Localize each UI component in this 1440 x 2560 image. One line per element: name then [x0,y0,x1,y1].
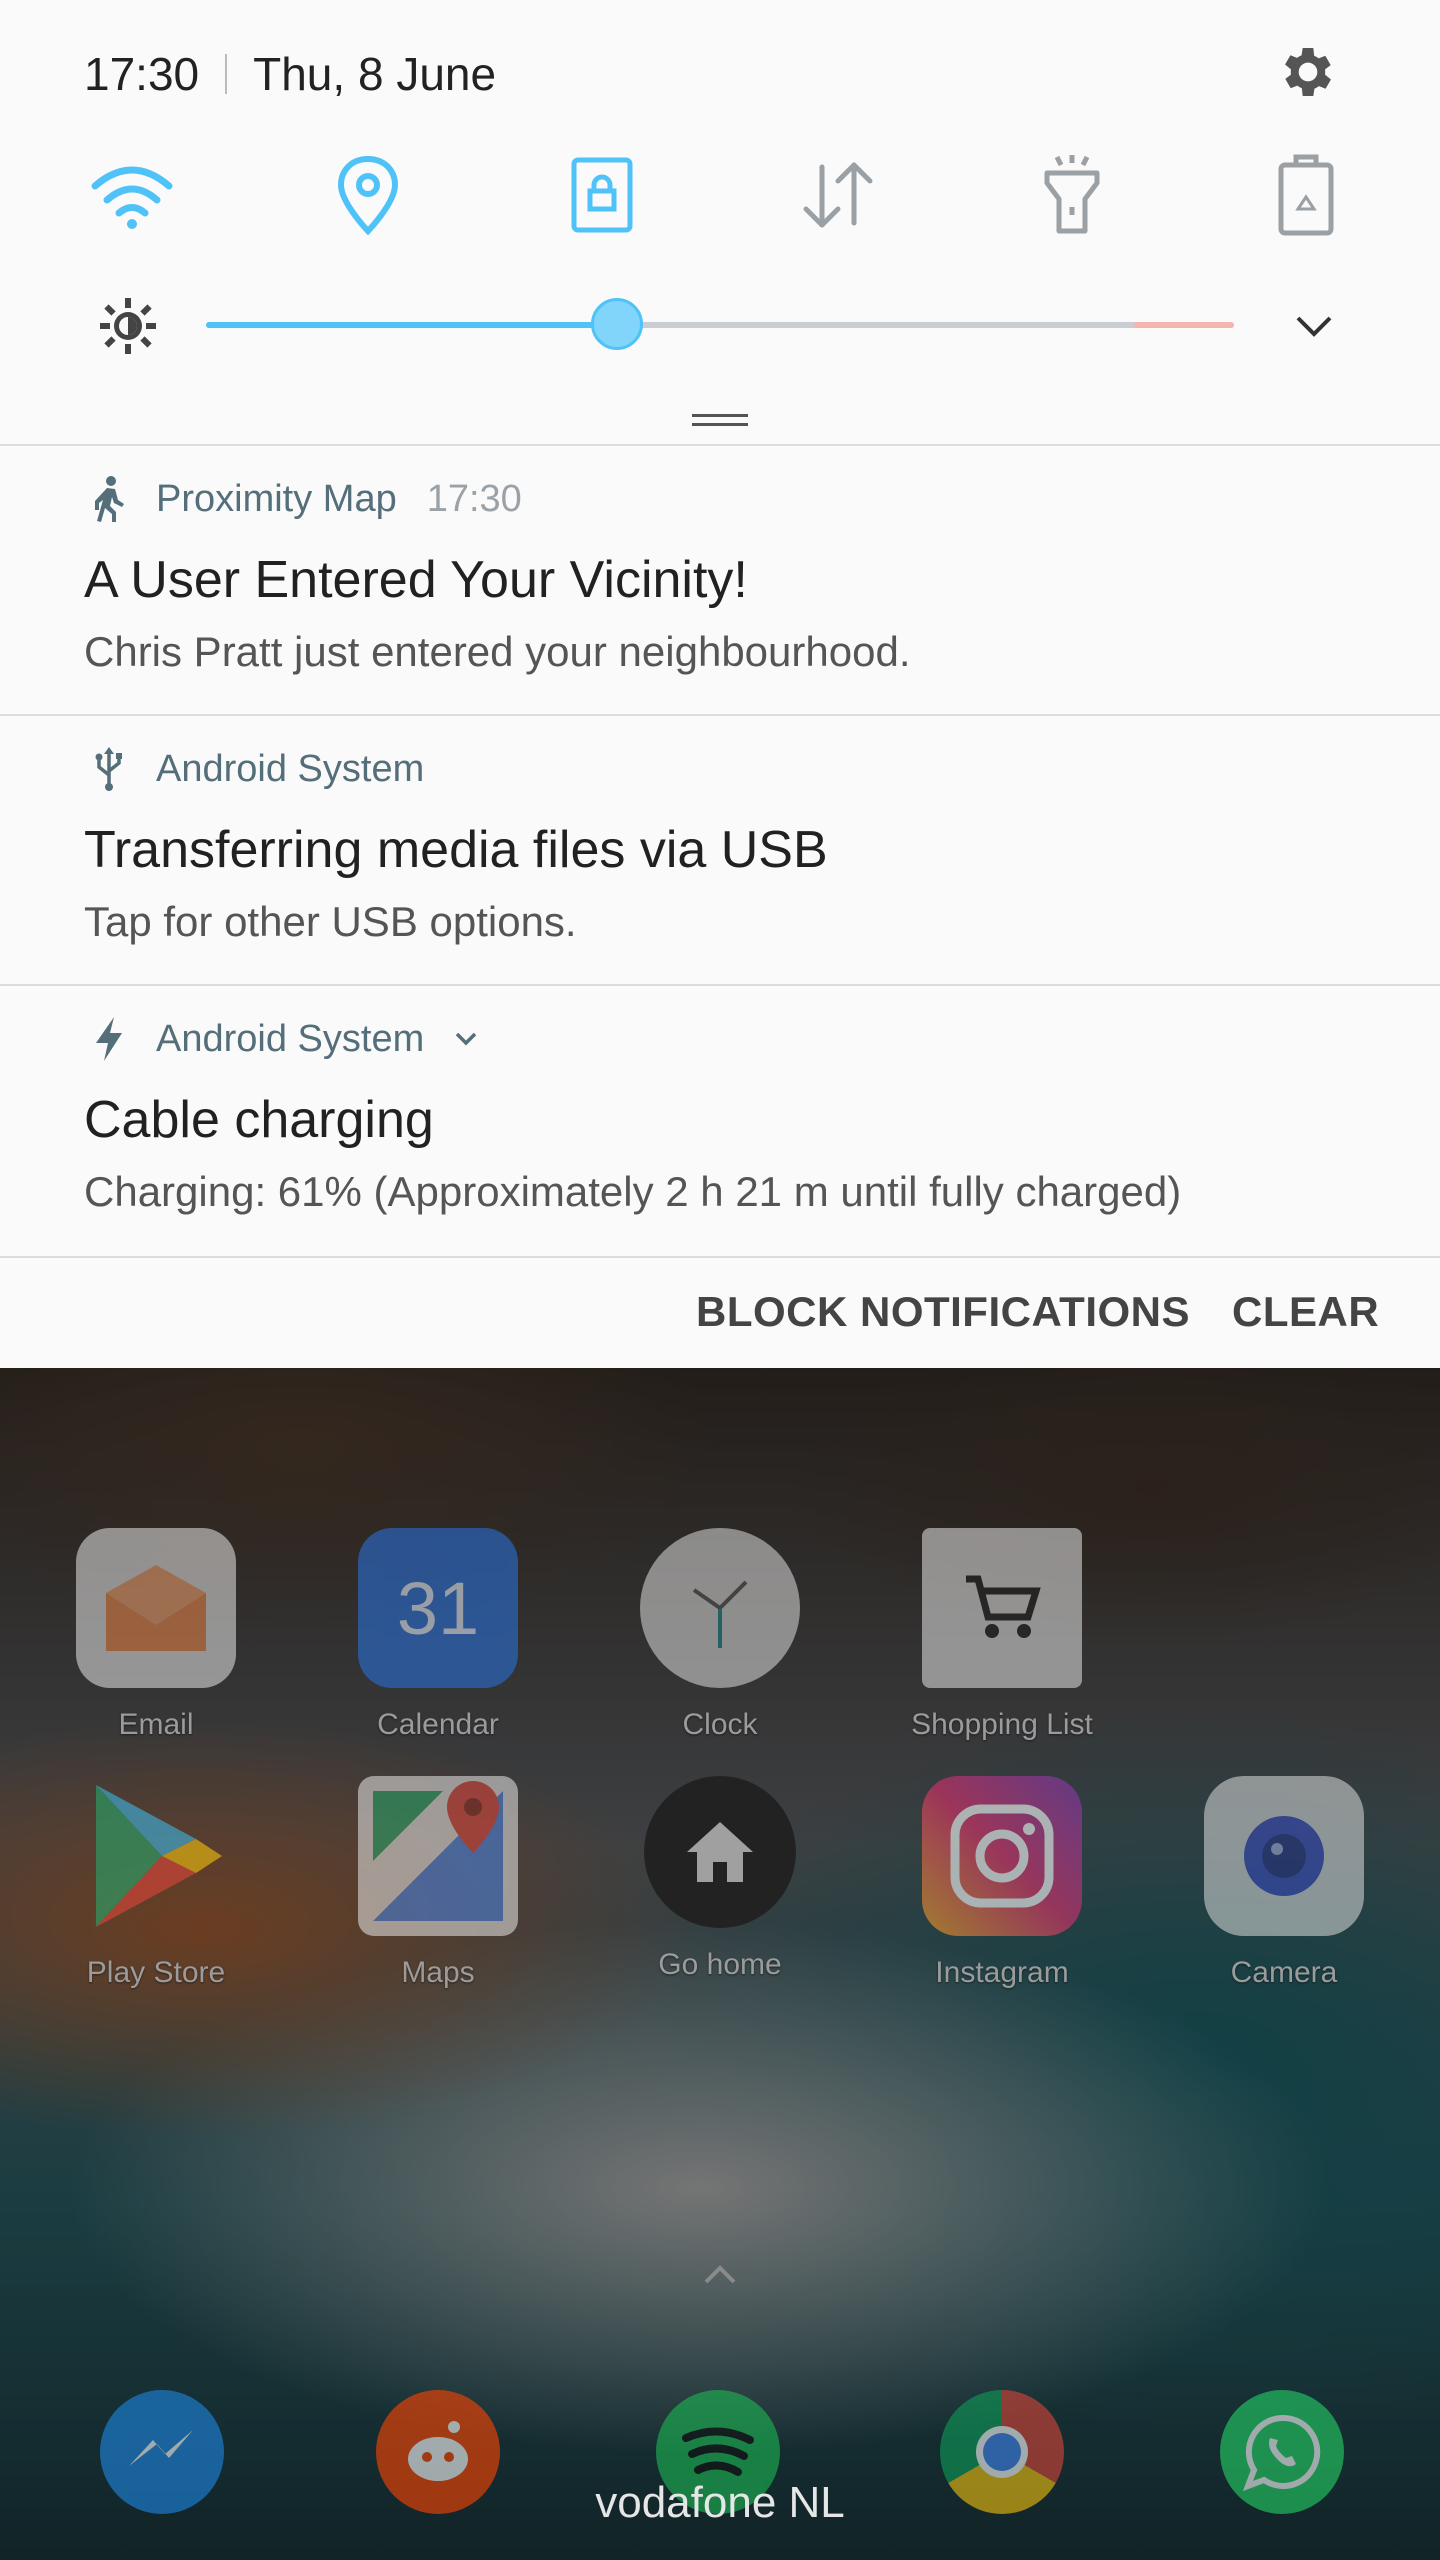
app-email[interactable]: Email [46,1528,266,1742]
notification-app-name: Proximity Map [156,477,397,520]
notification-title: Transferring media files via USB [84,821,828,879]
flashlight-icon [1044,155,1100,234]
walking-person-icon [84,474,134,524]
status-time: 17:30 [84,48,200,100]
brightness-slider-thumb[interactable] [591,298,644,350]
app-label: Email [118,1708,194,1741]
calendar-day-number: 31 [396,1566,480,1650]
app-label: Calendar [377,1708,499,1741]
notification-panel: 17:30 Thu, 8 June Proximity Map 17:30 A … [0,0,1440,1368]
brightness-row [0,284,1440,366]
app-label: Clock [682,1708,758,1741]
notification-title: A User Entered Your Vicinity! [84,551,748,609]
power-saving-toggle[interactable] [1258,150,1354,240]
app-shopping-list[interactable]: Shopping List [892,1528,1112,1742]
notification-time: 17:30 [426,477,522,520]
expand-chevron-icon[interactable] [1284,296,1344,356]
notification-title: Cable charging [84,1091,434,1149]
brightness-high-zone [1134,322,1234,328]
shopping-cart-icon [922,1528,1082,1688]
mobile-data-toggle[interactable] [790,150,886,240]
notification-card[interactable]: Android System Transferring media files … [0,714,1440,984]
brightness-slider-fill [206,322,618,328]
app-label: Shopping List [911,1708,1093,1741]
status-date: Thu, 8 June [253,48,497,100]
app-calendar[interactable]: 31 Calendar [328,1528,548,1742]
location-toggle[interactable] [320,150,416,240]
panel-drag-handle[interactable] [692,414,748,426]
maps-icon [358,1776,518,1936]
brightness-sun-icon [96,294,160,358]
app-clock[interactable]: Clock [610,1528,830,1742]
usb-icon [84,744,134,794]
app-camera[interactable]: Camera [1174,1776,1394,1990]
notification-app-name: Android System [156,1017,425,1060]
app-label: Instagram [935,1956,1069,1989]
location-pin-icon [337,155,399,236]
carrier-label: vodafone NL [595,2478,845,2527]
wifi-toggle[interactable] [84,150,180,240]
notification-text: Charging: 61% (Approximately 2 h 21 m un… [84,1168,1182,1215]
app-maps[interactable]: Maps [328,1776,548,1990]
data-arrows-icon [803,162,873,228]
block-notifications-button[interactable]: BLOCK NOTIFICATIONS [696,1288,1190,1336]
clock-icon [640,1528,800,1688]
app-instagram[interactable]: Instagram [892,1776,1112,1990]
rotation-lock-icon [571,157,633,233]
camera-icon [1204,1776,1364,1936]
app-label: Maps [401,1956,475,1989]
flashlight-toggle[interactable] [1024,150,1120,240]
clear-button[interactable]: CLEAR [1232,1288,1379,1336]
rotation-lock-toggle[interactable] [554,150,650,240]
notification-card[interactable]: Android System Cable charging Charging: … [0,984,1440,1254]
brightness-slider[interactable] [206,298,1234,350]
email-icon [76,1528,236,1688]
app-drawer-arrow-icon[interactable] [700,2262,740,2286]
app-go-home[interactable]: Go home [610,1776,830,1982]
app-play-store[interactable]: Play Store [46,1776,266,1990]
settings-gear-icon[interactable] [1276,40,1340,104]
notification-app-name: Android System [156,747,425,790]
wifi-icon [91,166,173,229]
calendar-icon: 31 [358,1528,518,1688]
status-bar: 17:30 Thu, 8 June [84,38,496,110]
notification-text: Chris Pratt just entered your neighbourh… [84,628,911,675]
play-store-icon [76,1776,236,1936]
app-label: Play Store [86,1956,226,1989]
notification-card[interactable]: Proximity Map 17:30 A User Entered Your … [0,444,1440,714]
app-label: Camera [1230,1956,1338,1989]
status-divider [225,54,228,94]
quick-settings-row [0,150,1440,240]
lightning-icon [84,1014,134,1064]
expand-notification-chevron-icon[interactable] [452,1025,480,1053]
notification-text: Tap for other USB options. [84,898,577,945]
instagram-icon [922,1776,1082,1936]
notification-actions-bar: BLOCK NOTIFICATIONS CLEAR [0,1256,1440,1368]
app-label: Go home [658,1948,782,1981]
battery-recycle-icon [1278,154,1334,236]
home-icon [644,1776,796,1928]
